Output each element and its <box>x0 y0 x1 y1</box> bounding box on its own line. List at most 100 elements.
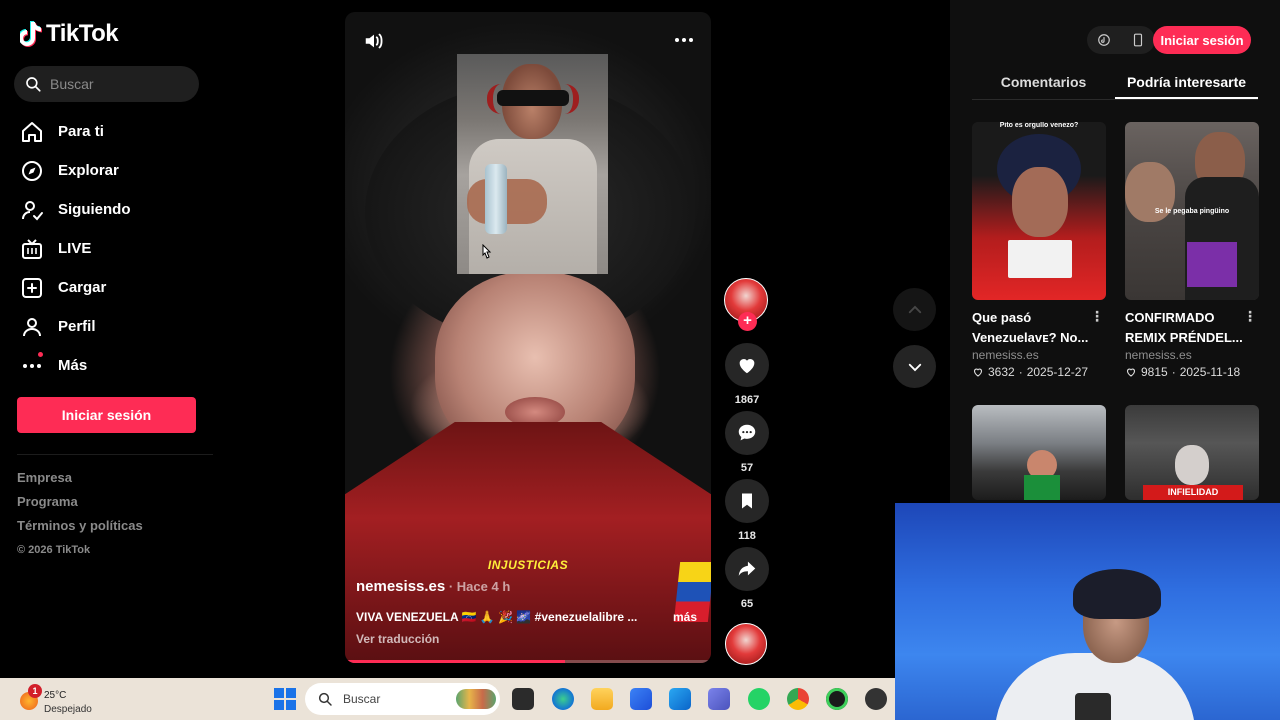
search-input[interactable]: Buscar <box>14 66 199 102</box>
nav-item-cargar[interactable]: Cargar <box>20 268 131 307</box>
nav-item-live[interactable]: LIVE <box>20 229 131 268</box>
recommendation-card[interactable]: INFIELIDAD <box>1125 405 1259 500</box>
card-meta: 3632 · 2025-12-27 <box>972 365 1106 379</box>
save-action: 118 <box>724 479 770 544</box>
tab-comentarios[interactable]: Comentarios <box>972 68 1115 99</box>
author-name[interactable]: nemesiss.es <box>356 578 445 595</box>
card-thumbnail[interactable]: Pito es orgullo venezo? <box>972 122 1106 300</box>
card-thumbnail[interactable]: INFIELIDAD <box>1125 405 1259 500</box>
card-title[interactable]: CONFIRMADO REMIX PRÉNDEL... <box>1125 308 1243 348</box>
main-nav: Para ti Explorar Siguiendo LIVE Cargar P… <box>20 112 131 385</box>
creator-avatar[interactable]: + <box>724 278 768 331</box>
description-more-link[interactable]: más <box>673 610 697 624</box>
heart-outline-icon <box>973 368 983 377</box>
sidebar: TikTok Buscar Para ti Explorar Siguiendo… <box>0 0 230 678</box>
next-video-button[interactable] <box>893 345 936 388</box>
panel-tabs: Comentarios Podría interesarte <box>972 68 1258 100</box>
see-translation-link[interactable]: Ver traducción <box>356 632 439 646</box>
comment-icon <box>738 424 756 441</box>
recommendation-card[interactable]: Pito es orgullo venezo? Que pasó Venezue… <box>972 122 1106 379</box>
footer-link-programa[interactable]: Programa <box>17 494 143 518</box>
ms-store-icon[interactable] <box>630 688 652 710</box>
notification-dot <box>38 352 43 357</box>
more-options-icon[interactable] <box>675 38 693 42</box>
video-author[interactable]: nemesiss.es · Hace 4 h <box>356 578 510 595</box>
nav-item-mas[interactable]: Más <box>20 346 131 385</box>
card-author[interactable]: nemesiss.es <box>972 348 1106 362</box>
app-icons-group <box>1087 26 1155 54</box>
thumb-inset-photo <box>1187 242 1237 287</box>
photo-hands <box>467 179 547 224</box>
card-author[interactable]: nemesiss.es <box>1125 348 1259 362</box>
like-button[interactable] <box>725 343 769 387</box>
tiktok-coin-icon[interactable] <box>1097 33 1111 47</box>
webcam-microphone <box>1075 693 1111 720</box>
profile-icon <box>23 317 41 336</box>
video-caption-word: INJUSTICIAS <box>487 558 569 572</box>
app-icon[interactable] <box>865 688 887 710</box>
nav-item-para-ti[interactable]: Para ti <box>20 112 131 151</box>
card-thumbnail[interactable]: Se le pegaba pingüino <box>1125 122 1259 300</box>
card-more-icon[interactable]: ⋮ <box>1243 308 1257 325</box>
music-disc-avatar[interactable] <box>725 623 767 665</box>
footer-link-terminos[interactable]: Términos y políticas <box>17 518 143 542</box>
search-highlight-icon <box>456 689 496 709</box>
edge-browser-icon[interactable] <box>552 688 574 710</box>
copyright: © 2026 TikTok <box>17 544 91 556</box>
chrome-icon[interactable] <box>787 688 809 710</box>
search-icon <box>26 77 41 92</box>
login-button[interactable]: Iniciar sesión <box>17 397 196 433</box>
windows-start-icon[interactable] <box>274 688 296 710</box>
nav-item-siguiendo[interactable]: Siguiendo <box>20 190 131 229</box>
save-count: 118 <box>738 530 756 542</box>
weather-widget[interactable]: 1 25°C Despejado <box>12 684 102 715</box>
comment-button[interactable] <box>725 411 769 455</box>
recommendation-card[interactable] <box>972 405 1106 500</box>
video-frame-shirt <box>345 422 711 663</box>
upwork-icon[interactable] <box>826 688 848 710</box>
card-more-icon[interactable]: ⋮ <box>1090 308 1104 325</box>
taskbar-search[interactable]: Buscar <box>305 683 500 715</box>
comment-count: 57 <box>740 462 754 474</box>
card-thumbnail[interactable] <box>972 405 1106 500</box>
chevron-down-icon <box>908 363 921 371</box>
share-button[interactable] <box>725 547 769 591</box>
like-action: 1867 <box>724 343 770 408</box>
video-actions: + 1867 57 118 65 <box>724 278 770 612</box>
video-player[interactable]: INJUSTICIAS nemesiss.es · Hace 4 h VIVA … <box>345 12 711 663</box>
tab-podria-interesarte[interactable]: Podría interesarte <box>1115 68 1258 99</box>
volume-icon[interactable] <box>363 30 385 52</box>
bookmark-icon <box>742 493 752 509</box>
thumb-caption: Se le pegaba pingüino <box>1154 208 1230 215</box>
nav-label: Perfil <box>58 318 96 335</box>
whatsapp-icon[interactable] <box>748 688 770 710</box>
task-view-icon[interactable] <box>512 688 534 710</box>
footer-link-empresa[interactable]: Empresa <box>17 470 143 494</box>
weather-desc: Despejado <box>44 704 92 715</box>
tiktok-logo[interactable]: TikTok <box>20 20 119 48</box>
thumb-shirt <box>1024 475 1060 500</box>
teams-icon[interactable] <box>708 688 730 710</box>
video-progress-bar[interactable] <box>345 660 711 663</box>
video-description: VIVA VENEZUELA 🇻🇪 🙏 🎉 🌌 #venezuelalibre … <box>356 610 638 624</box>
previous-video-button[interactable] <box>893 288 936 331</box>
recommendation-card[interactable]: Se le pegaba pingüino CONFIRMADO REMIX P… <box>1125 122 1259 379</box>
mobile-app-icon[interactable] <box>1131 33 1145 47</box>
nav-item-perfil[interactable]: Perfil <box>20 307 131 346</box>
nav-item-explorar[interactable]: Explorar <box>20 151 131 190</box>
follow-plus-icon[interactable]: + <box>738 312 757 331</box>
nav-label: Más <box>58 357 88 374</box>
outlook-icon[interactable] <box>669 688 691 710</box>
upload-icon <box>22 277 42 298</box>
card-title[interactable]: Que pasó Venezuelaᴠᴇ? No... <box>972 308 1090 348</box>
video-progress-fill <box>345 660 565 663</box>
webcam-person-hair <box>1073 569 1161 619</box>
save-button[interactable] <box>725 479 769 523</box>
file-explorer-icon[interactable] <box>591 688 613 710</box>
thumb-caption: INFIELIDAD <box>1143 485 1243 500</box>
thumb-face <box>1175 445 1209 485</box>
share-icon <box>738 561 756 576</box>
nav-label: Cargar <box>58 279 107 296</box>
compass-icon <box>22 160 42 181</box>
header-login-button[interactable]: Iniciar sesión <box>1153 26 1251 54</box>
